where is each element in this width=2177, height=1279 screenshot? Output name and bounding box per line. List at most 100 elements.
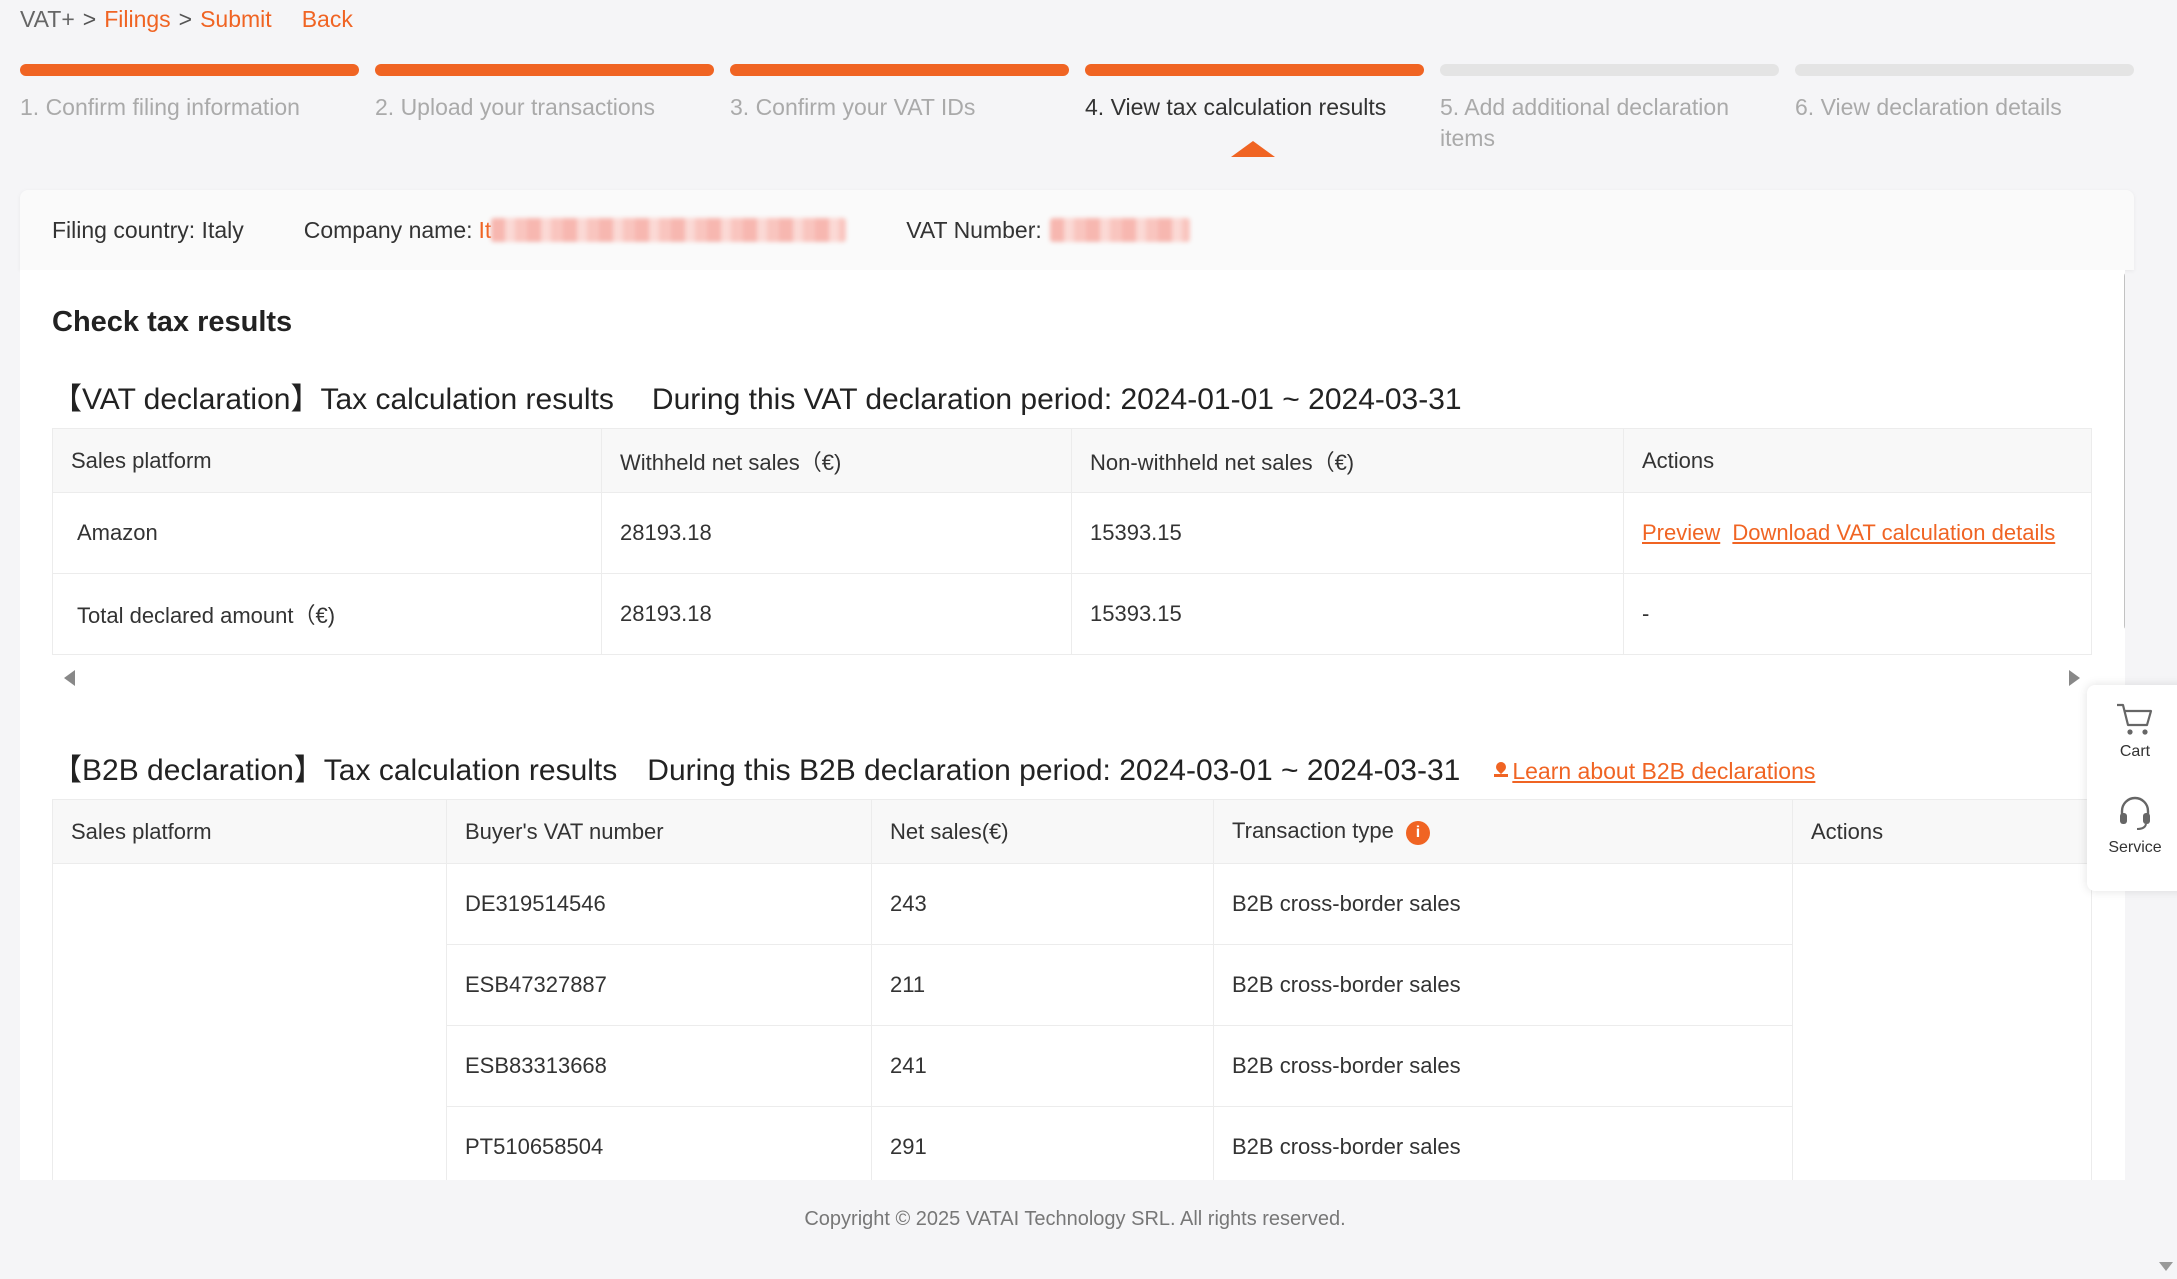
filing-info-card: Filing country: Italy Company name: It V… xyxy=(20,190,2134,270)
column-header: Sales platform xyxy=(52,799,447,864)
total-label-cell: Total declared amount（€) xyxy=(52,573,602,655)
vat-heading: 【VAT declaration】Tax calculation results xyxy=(52,383,614,416)
withheld-cell: 28193.18 xyxy=(601,573,1072,655)
column-header: Actions xyxy=(1792,799,2092,864)
actions-cell: - xyxy=(1623,573,2092,655)
breadcrumb-submit-link[interactable]: Submit xyxy=(200,6,272,33)
cart-label: Cart xyxy=(2119,743,2151,760)
table-header-row: Sales platform Withheld net sales（€) Non… xyxy=(52,428,2092,493)
actions-cell xyxy=(1792,863,2092,1180)
b2b-section-heading: 【B2B declaration】Tax calculation results… xyxy=(52,745,1815,789)
buyer-vat-cell: ESB83313668 xyxy=(446,1025,872,1107)
breadcrumb-root: VAT+ xyxy=(20,6,75,32)
step-label: 5. Add additional declaration items xyxy=(1440,94,1729,151)
redacted-company-name xyxy=(491,218,847,242)
column-header: Buyer's VAT number xyxy=(446,799,872,864)
step-bar xyxy=(1085,64,1424,76)
breadcrumb-separator: > xyxy=(178,6,193,32)
step-bar xyxy=(1440,64,1779,76)
table-header-row: Sales platform Buyer's VAT number Net sa… xyxy=(52,799,2092,864)
company-name-label: Company name: xyxy=(303,216,473,243)
platform-cell xyxy=(52,863,447,1180)
breadcrumb-filings-link[interactable]: Filings xyxy=(104,6,170,33)
non-withheld-cell: 15393.15 xyxy=(1071,492,1624,574)
learn-icon xyxy=(1494,762,1509,780)
preview-link[interactable]: Preview xyxy=(1642,520,1720,545)
vat-number: VAT Number: xyxy=(906,216,1190,244)
buyer-vat-cell: DE319514546 xyxy=(446,863,872,945)
page-title: Check tax results xyxy=(52,306,293,338)
transaction-type-cell: B2B cross-border sales xyxy=(1213,944,1793,1026)
b2b-period: During this B2B declaration period: 2024… xyxy=(647,754,1461,787)
column-header: Withheld net sales（€) xyxy=(601,428,1072,493)
non-withheld-cell: 15393.15 xyxy=(1071,573,1624,655)
horizontal-scrollbar[interactable] xyxy=(52,660,2092,696)
transaction-type-cell: B2B cross-border sales xyxy=(1213,1025,1793,1107)
scroll-left-icon[interactable] xyxy=(64,670,75,686)
net-sales-cell: 241 xyxy=(871,1025,1214,1107)
vat-number-label: VAT Number: xyxy=(906,216,1042,243)
column-header: Transaction type xyxy=(1232,818,1394,844)
step-6: 6. View declaration details xyxy=(1795,64,2134,123)
page-scroll-down-icon[interactable] xyxy=(2159,1262,2173,1271)
vat-period: During this VAT declaration period: 2024… xyxy=(651,383,1462,416)
step-3: 3. Confirm your VAT IDs xyxy=(730,64,1069,123)
column-header: Net sales(€) xyxy=(871,799,1214,864)
b2b-heading: 【B2B declaration】Tax calculation results xyxy=(52,754,618,787)
step-label: 1. Confirm filing information xyxy=(20,94,300,120)
vat-section-heading: 【VAT declaration】Tax calculation results… xyxy=(52,374,1462,418)
filing-country: Filing country: Italy xyxy=(52,217,244,244)
company-name: Company name: It xyxy=(304,217,847,244)
back-link[interactable]: Back xyxy=(302,6,353,33)
learn-b2b-text: Learn about B2B declarations xyxy=(1512,757,1816,784)
column-header: Actions xyxy=(1623,428,2092,493)
actions-cell: Preview Download VAT calculation details xyxy=(1623,492,2092,574)
step-label: 2. Upload your transactions xyxy=(375,94,655,120)
cart-button[interactable]: Cart xyxy=(2087,701,2177,761)
side-widget: Cart Service xyxy=(2087,685,2177,891)
step-bar xyxy=(730,64,1069,76)
b2b-results-table: Sales platform Buyer's VAT number Net sa… xyxy=(52,799,2092,1180)
buyer-vat-cell: PT510658504 xyxy=(446,1106,872,1180)
buyer-vat-cell: ESB47327887 xyxy=(446,944,872,1026)
step-bar xyxy=(375,64,714,76)
scrollbar-thumb[interactable] xyxy=(2124,272,2125,630)
withheld-cell: 28193.18 xyxy=(601,492,1072,574)
learn-b2b-link[interactable]: Learn about B2B declarations xyxy=(1494,758,1815,785)
transaction-type-cell: B2B cross-border sales xyxy=(1213,863,1793,945)
cart-icon xyxy=(2117,703,2153,735)
headset-icon xyxy=(2120,796,2150,830)
step-label: 4. View tax calculation results xyxy=(1085,94,1387,120)
filing-country-text: Filing country: Italy xyxy=(52,216,244,243)
net-sales-cell: 243 xyxy=(871,863,1214,945)
table-row: Amazon 28193.18 15393.15 Preview Downloa… xyxy=(52,492,2092,574)
step-bar xyxy=(1795,64,2134,76)
table-row: DE319514546 243 B2B cross-border sales xyxy=(52,863,2092,1180)
step-4: 4. View tax calculation results xyxy=(1085,64,1424,157)
breadcrumb-separator: > xyxy=(82,6,97,32)
column-header: Sales platform xyxy=(52,428,602,493)
net-sales-cell: 291 xyxy=(871,1106,1214,1180)
step-label: 3. Confirm your VAT IDs xyxy=(730,94,976,120)
service-button[interactable]: Service xyxy=(2087,793,2177,857)
current-step-pointer xyxy=(1231,141,1275,157)
step-1: 1. Confirm filing information xyxy=(20,64,359,123)
tax-results-panel: Check tax results 【VAT declaration】Tax c… xyxy=(20,270,2125,1180)
company-name-value: It xyxy=(478,216,492,243)
breadcrumb: VAT+ > Filings > Submit Back xyxy=(20,6,353,33)
info-icon[interactable]: i xyxy=(1405,820,1430,845)
column-header: Non-withheld net sales（€) xyxy=(1071,428,1624,493)
step-label: 6. View declaration details xyxy=(1795,94,2062,120)
redacted-vat-number xyxy=(1049,218,1190,242)
step-2: 2. Upload your transactions xyxy=(375,64,714,123)
transaction-type-header: Transaction type i xyxy=(1213,799,1793,864)
transaction-type-cell: B2B cross-border sales xyxy=(1213,1106,1793,1180)
step-5: 5. Add additional declaration items xyxy=(1440,64,1779,154)
download-vat-details-link[interactable]: Download VAT calculation details xyxy=(1732,520,2055,545)
net-sales-cell: 211 xyxy=(871,944,1214,1026)
service-label: Service xyxy=(2108,839,2162,856)
vat-results-table: Sales platform Withheld net sales（€) Non… xyxy=(52,428,2092,655)
step-bar xyxy=(20,64,359,76)
scroll-right-icon[interactable] xyxy=(2069,670,2080,686)
table-row: Total declared amount（€) 28193.18 15393.… xyxy=(52,573,2092,655)
